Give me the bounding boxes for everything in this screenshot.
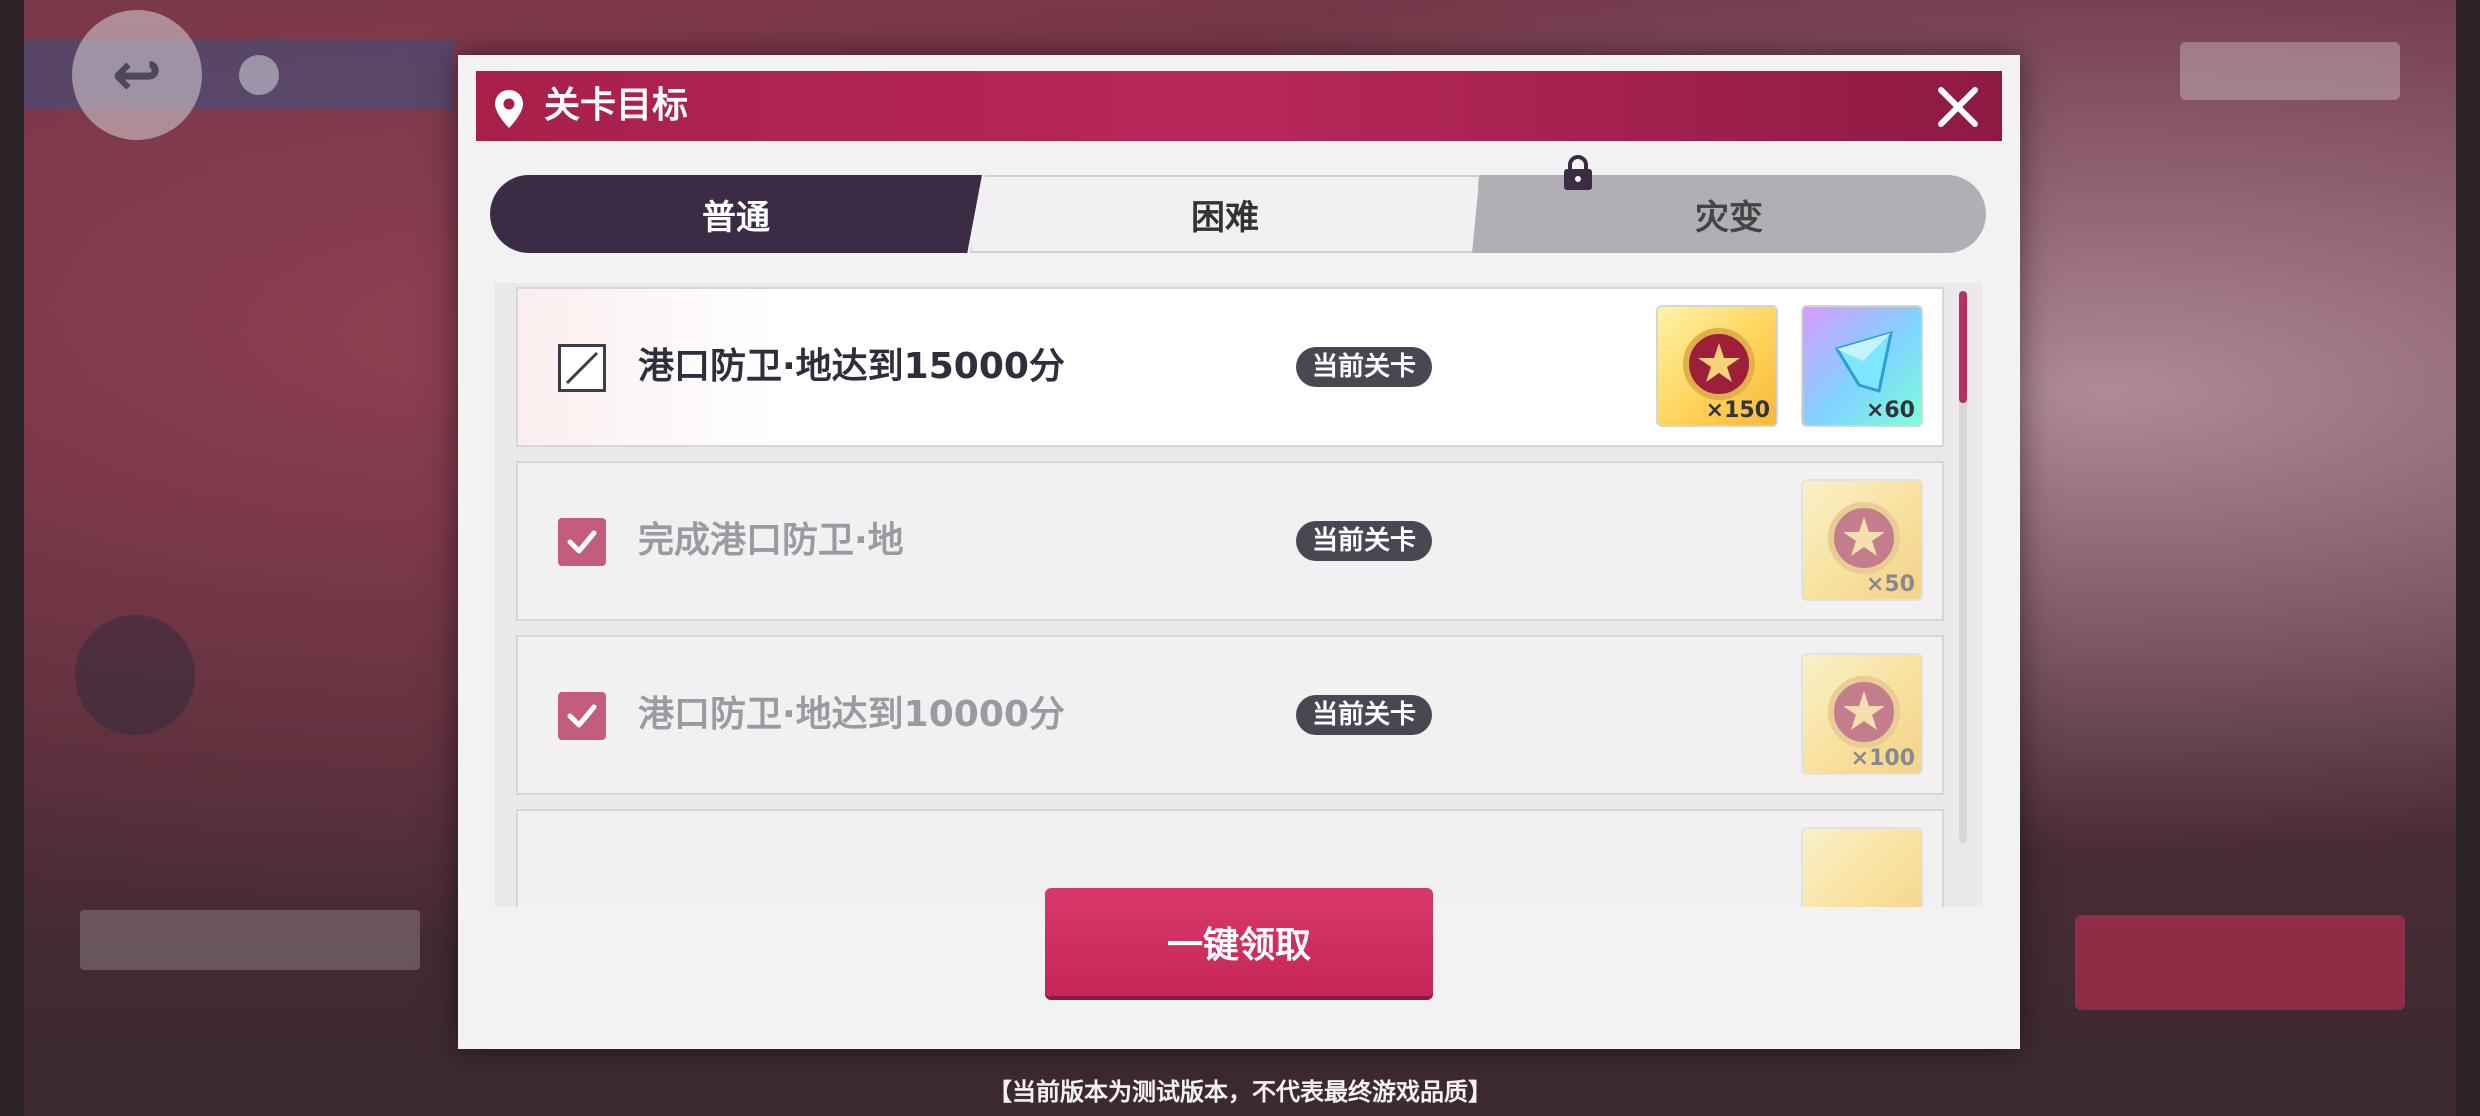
checkbox-checked bbox=[558, 692, 606, 740]
reward-quantity: ×150 bbox=[1705, 398, 1770, 423]
checkbox-slash-icon bbox=[565, 351, 599, 385]
tab-hard[interactable]: 困难 bbox=[970, 175, 1480, 253]
reward-item[interactable]: ×100 bbox=[1801, 653, 1923, 775]
close-icon[interactable] bbox=[1932, 81, 1984, 133]
location-pin-icon bbox=[495, 90, 523, 128]
checkbox-checked bbox=[558, 518, 606, 566]
screen-edge-right bbox=[2456, 0, 2480, 1116]
reward-quantity: ×50 bbox=[1865, 572, 1915, 597]
checkmark-icon bbox=[567, 704, 597, 728]
objective-text: 港口防卫·地达到10000分 bbox=[638, 694, 1065, 735]
badge-coin-icon bbox=[1828, 502, 1900, 574]
objective-text: 完成港口防卫·地 bbox=[638, 520, 904, 561]
checkmark-icon bbox=[567, 530, 597, 554]
test-version-notice: 【当前版本为测试版本，不代表最终游戏品质】 bbox=[988, 1078, 1492, 1106]
objective-row: 港口防卫·地达到15000分 当前关卡 ×150 ×60 bbox=[516, 287, 1944, 447]
reward-item[interactable]: ×60 bbox=[1801, 305, 1923, 427]
current-stage-tag: 当前关卡 bbox=[1296, 695, 1433, 735]
background-character-badge bbox=[75, 615, 195, 735]
stage-objectives-dialog: 关卡目标 普通 困难 灾变 港口防卫·地达到15000分 当前关卡 ×150 ×… bbox=[458, 55, 2020, 1049]
objective-row: 完成港口防卫·地 当前关卡 ×50 bbox=[516, 461, 1944, 621]
background-resource-bar bbox=[2180, 42, 2400, 100]
dialog-title: 关卡目标 bbox=[544, 85, 689, 126]
reward-item[interactable] bbox=[1801, 827, 1923, 907]
scrollbar-thumb[interactable] bbox=[1959, 291, 1967, 403]
badge-coin-icon bbox=[1828, 676, 1900, 748]
tab-normal[interactable]: 普通 bbox=[490, 175, 982, 253]
lock-icon bbox=[1564, 155, 1592, 190]
background-stage-title bbox=[80, 910, 420, 970]
background-back-icon: ↩ bbox=[72, 10, 202, 140]
checkbox-unchecked bbox=[558, 344, 606, 392]
background-start-button bbox=[2075, 915, 2405, 1010]
badge-coin-icon bbox=[1683, 328, 1755, 400]
dialog-header: 关卡目标 bbox=[476, 71, 2002, 141]
crystal-icon bbox=[1834, 330, 1893, 393]
reward-item[interactable]: ×150 bbox=[1656, 305, 1778, 427]
tab-disaster[interactable]: 灾变 bbox=[1472, 175, 1986, 253]
difficulty-tabs: 普通 困难 灾变 bbox=[490, 175, 1986, 253]
background-pin-icon bbox=[239, 55, 279, 95]
objective-text: 港口防卫·地达到15000分 bbox=[638, 346, 1065, 387]
reward-quantity: ×100 bbox=[1850, 746, 1915, 771]
objective-row: 港口防卫·地达到10000分 当前关卡 ×100 bbox=[516, 635, 1944, 795]
current-stage-tag: 当前关卡 bbox=[1296, 347, 1433, 387]
claim-all-button[interactable]: 一键领取 bbox=[1045, 888, 1433, 996]
current-stage-tag: 当前关卡 bbox=[1296, 521, 1433, 561]
reward-item[interactable]: ×50 bbox=[1801, 479, 1923, 601]
reward-quantity: ×60 bbox=[1865, 398, 1915, 423]
objectives-list[interactable]: 港口防卫·地达到15000分 当前关卡 ×150 ×60 完成港口防卫·地 当前… bbox=[494, 283, 1982, 907]
screen-edge-left bbox=[0, 0, 24, 1116]
